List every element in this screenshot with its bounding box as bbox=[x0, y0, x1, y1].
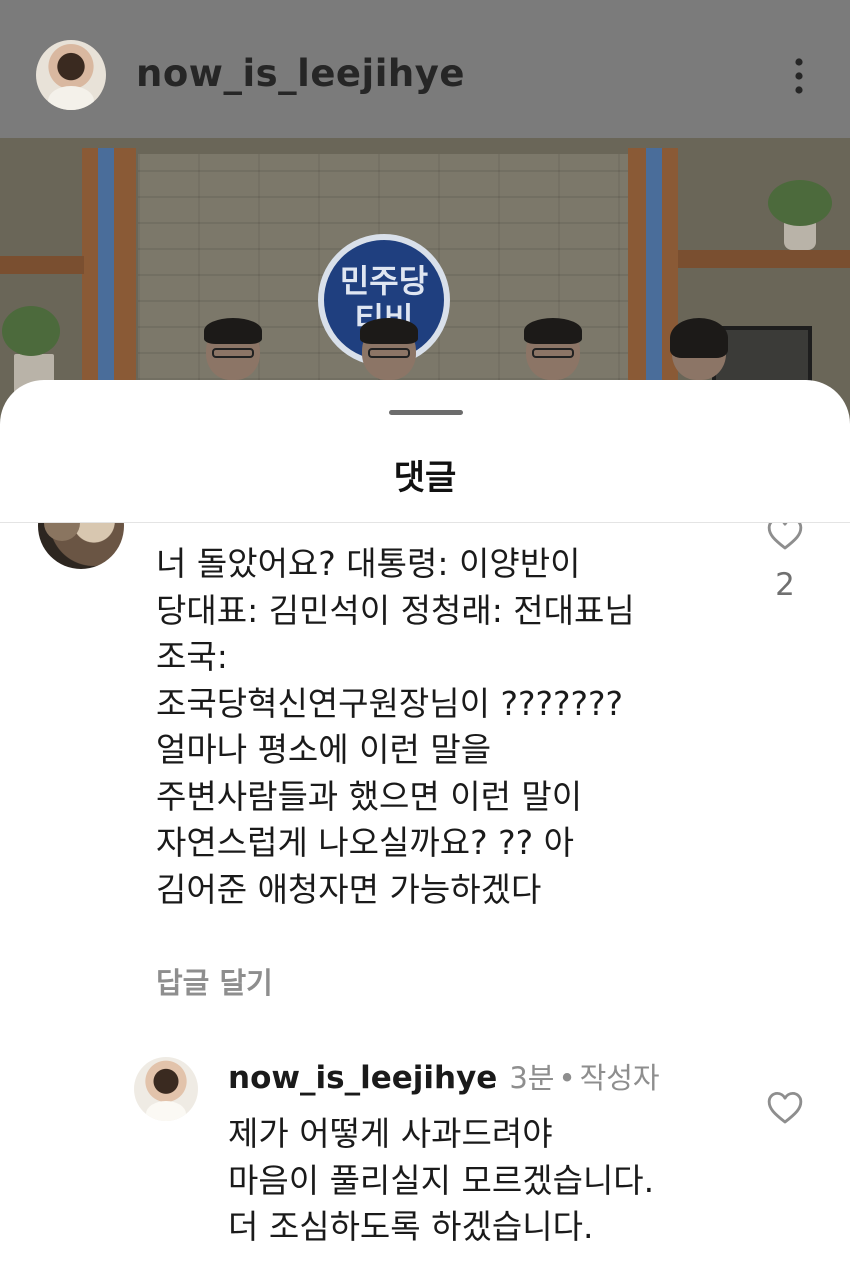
commenter-avatar[interactable] bbox=[38, 523, 124, 569]
sheet-title: 댓글 bbox=[393, 458, 457, 498]
comment-text: 너 돌았어요? 대통령: 이양반이 당대표: 김민석이 정청래: 전대표님 조국… bbox=[156, 544, 635, 909]
more-vertical-icon[interactable] bbox=[787, 56, 811, 96]
avatar-figure bbox=[44, 523, 80, 541]
post-header: now_is_leejihye bbox=[0, 0, 850, 138]
avatar-figure bbox=[48, 86, 94, 110]
author-badge: 작성자 bbox=[579, 1061, 660, 1095]
person-glasses bbox=[368, 348, 410, 358]
heart-outline-icon[interactable] bbox=[766, 1089, 804, 1125]
reply-username[interactable]: now_is_leejihye bbox=[228, 1060, 497, 1096]
person-hair bbox=[360, 318, 418, 344]
reply-timestamp: 3분 bbox=[509, 1061, 555, 1095]
reply-author-avatar[interactable] bbox=[134, 1057, 198, 1121]
reply-button[interactable]: 답글 달기 bbox=[156, 960, 273, 1002]
person-glasses bbox=[212, 348, 254, 358]
post-author-avatar[interactable] bbox=[36, 40, 106, 110]
sheet-drag-handle[interactable] bbox=[389, 410, 463, 415]
avatar-figure bbox=[146, 1101, 186, 1121]
reply-text: 제가 어떻게 사과드려야 마음이 풀리실지 모르겠습니다. 더 조심하도록 하겠… bbox=[228, 1114, 655, 1246]
reply-meta: now_is_leejihye 3분 • 작성자 bbox=[228, 1055, 660, 1097]
plant-pot bbox=[784, 222, 816, 250]
person-hair bbox=[670, 318, 728, 358]
post-author-username[interactable]: now_is_leejihye bbox=[136, 52, 465, 95]
shelf-board bbox=[678, 250, 850, 268]
comments-list[interactable]: 너 돌았어요? 대통령: 이양반이 당대표: 김민석이 정청래: 전대표님 조국… bbox=[0, 523, 850, 1279]
plant bbox=[2, 306, 60, 356]
person-hair bbox=[524, 318, 582, 344]
comments-sheet: 댓글 너 돌았어요? 대통령: 이양반이 당대표: 김민석이 정청래: 전대표님… bbox=[0, 380, 850, 1279]
meta-separator: • bbox=[558, 1061, 576, 1095]
shelf-board bbox=[0, 256, 84, 274]
heart-outline-icon[interactable] bbox=[766, 523, 804, 551]
plant bbox=[768, 180, 832, 226]
instagram-comments-screen: now_is_leejihye 민주당 티비 bbox=[0, 0, 850, 1279]
person-hair bbox=[204, 318, 262, 344]
person-glasses bbox=[532, 348, 574, 358]
like-count: 2 bbox=[775, 567, 795, 603]
